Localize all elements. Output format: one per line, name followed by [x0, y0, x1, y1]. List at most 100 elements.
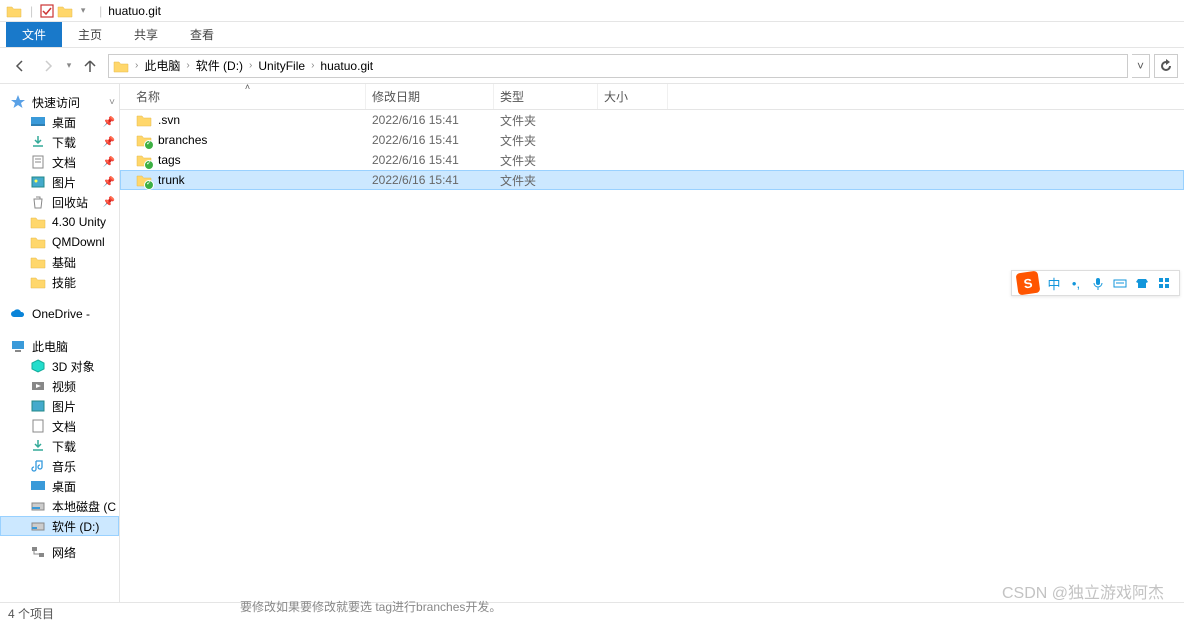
sidebar-item-network[interactable]: 网络 — [0, 542, 119, 562]
file-type: 文件夹 — [494, 112, 598, 129]
tab-file[interactable]: 文件 — [6, 22, 62, 47]
folder-icon — [30, 234, 46, 250]
column-headers: 名称˄ 修改日期 类型 大小 — [120, 84, 1184, 110]
ribbon-tabs: 文件 主页 共享 查看 — [0, 22, 1184, 48]
document-icon — [30, 418, 46, 434]
disk-icon — [30, 518, 46, 534]
sidebar-item-desktop[interactable]: 桌面 — [0, 476, 119, 496]
checkbox-icon[interactable] — [39, 3, 55, 19]
title-bar: | ▾ | huatuo.git — [0, 0, 1184, 22]
chevron-right-icon[interactable]: › — [247, 60, 254, 71]
sidebar-item-downloads[interactable]: 下载📌 — [0, 132, 119, 152]
ime-menu-button[interactable] — [1154, 273, 1174, 293]
folder-icon — [30, 214, 46, 230]
sidebar-item-folder[interactable]: 技能 — [0, 272, 119, 292]
file-row[interactable]: tags 2022/6/16 15:41文件夹 — [120, 150, 1184, 170]
file-name: branches — [158, 133, 207, 147]
sidebar-quick-access[interactable]: 快速访问 ˅ — [0, 92, 119, 112]
column-header-size[interactable]: 大小 — [598, 84, 668, 109]
file-row[interactable]: trunk2022/6/16 15:41文件夹 — [120, 170, 1184, 190]
forward-button[interactable] — [34, 52, 62, 80]
ime-keyboard-button[interactable] — [1110, 273, 1130, 293]
breadcrumb-item[interactable]: huatuo.git — [316, 59, 377, 73]
sidebar-item-pictures[interactable]: 图片📌 — [0, 172, 119, 192]
refresh-button[interactable] — [1154, 54, 1178, 78]
pin-icon: 📌 — [103, 137, 115, 148]
ime-skin-button[interactable] — [1132, 273, 1152, 293]
breadcrumb-item[interactable]: 此电脑 — [140, 57, 184, 74]
tab-home[interactable]: 主页 — [62, 22, 118, 47]
pin-icon: 📌 — [103, 197, 115, 208]
file-list-pane: 名称˄ 修改日期 类型 大小 .svn2022/6/16 15:41文件夹 bra… — [120, 84, 1184, 602]
folder-icon — [136, 112, 152, 128]
breadcrumb-item[interactable]: 软件 (D:) — [192, 57, 247, 74]
sidebar-item-documents[interactable]: 文档📌 — [0, 152, 119, 172]
chevron-right-icon[interactable]: › — [184, 60, 191, 71]
file-name: trunk — [158, 173, 185, 187]
column-header-type[interactable]: 类型 — [494, 84, 598, 109]
breadcrumb-dropdown[interactable]: ˅ — [1132, 54, 1150, 78]
separator: | — [30, 4, 33, 18]
folder-icon — [6, 3, 22, 19]
sidebar-item-3d[interactable]: 3D 对象 — [0, 356, 119, 376]
sidebar-item-disk-c[interactable]: 本地磁盘 (C — [0, 496, 119, 516]
chevron-right-icon[interactable]: › — [309, 60, 316, 71]
video-icon — [30, 378, 46, 394]
sidebar-item-documents[interactable]: 文档 — [0, 416, 119, 436]
sidebar-this-pc[interactable]: 此电脑 — [0, 336, 119, 356]
file-row[interactable]: branches2022/6/16 15:41文件夹 — [120, 130, 1184, 150]
download-icon — [30, 438, 46, 454]
ime-toolbar[interactable]: S 中 •, — [1011, 270, 1180, 296]
file-date: 2022/6/16 15:41 — [366, 173, 494, 187]
chevron-down-icon[interactable]: ˅ — [109, 97, 115, 108]
column-header-date[interactable]: 修改日期 — [366, 84, 494, 109]
ime-voice-button[interactable] — [1088, 273, 1108, 293]
chevron-right-icon[interactable]: › — [133, 60, 140, 71]
file-date: 2022/6/16 15:41 — [366, 113, 494, 127]
sidebar-item-recycle[interactable]: 回收站📌 — [0, 192, 119, 212]
status-bar: 4 个项目 — [0, 602, 1184, 624]
folder-icon — [136, 172, 152, 188]
column-header-name[interactable]: 名称˄ — [130, 84, 366, 109]
desktop-icon — [30, 478, 46, 494]
up-button[interactable] — [76, 52, 104, 80]
folder-small-icon[interactable] — [57, 3, 73, 19]
sidebar-item-videos[interactable]: 视频 — [0, 376, 119, 396]
sidebar-onedrive[interactable]: OneDrive - — [0, 304, 119, 324]
tab-share[interactable]: 共享 — [118, 22, 174, 47]
file-date: 2022/6/16 15:41 — [366, 133, 494, 147]
watermark: CSDN @独立游戏阿杰 — [1002, 579, 1164, 603]
file-row[interactable]: .svn2022/6/16 15:41文件夹 — [120, 110, 1184, 130]
pc-icon — [10, 338, 26, 354]
pin-icon: 📌 — [103, 177, 115, 188]
sidebar-item-folder[interactable]: QMDownl — [0, 232, 119, 252]
sidebar-item-desktop[interactable]: 桌面📌 — [0, 112, 119, 132]
ime-punct-button[interactable]: •, — [1066, 273, 1086, 293]
document-icon — [30, 154, 46, 170]
sort-arrow-icon: ˄ — [245, 82, 250, 92]
ime-lang-button[interactable]: 中 — [1044, 273, 1064, 293]
sidebar-item-music[interactable]: 音乐 — [0, 456, 119, 476]
sogou-logo-icon[interactable]: S — [1016, 271, 1041, 296]
breadcrumb[interactable]: › 此电脑 › 软件 (D:) › UnityFile › huatuo.git — [108, 54, 1128, 78]
sidebar-item-downloads[interactable]: 下载 — [0, 436, 119, 456]
folder-icon — [136, 152, 152, 168]
sidebar-item-pictures[interactable]: 图片 — [0, 396, 119, 416]
file-type: 文件夹 — [494, 152, 598, 169]
sidebar-item-folder[interactable]: 基础 — [0, 252, 119, 272]
navigation-bar: ▾ › 此电脑 › 软件 (D:) › UnityFile › huatuo.g… — [0, 48, 1184, 84]
tab-view[interactable]: 查看 — [174, 22, 230, 47]
back-button[interactable] — [6, 52, 34, 80]
dropdown-icon[interactable]: ▾ — [75, 3, 91, 19]
sidebar-item-disk-d[interactable]: 软件 (D:) — [0, 516, 119, 536]
folder-icon — [136, 132, 152, 148]
recent-dropdown[interactable]: ▾ — [62, 52, 76, 80]
download-icon — [30, 134, 46, 150]
file-name: tags — [158, 153, 181, 167]
file-date: 2022/6/16 15:41 — [366, 153, 494, 167]
svn-badge-icon — [144, 140, 154, 150]
svn-badge-icon — [144, 160, 154, 170]
breadcrumb-item[interactable]: UnityFile — [254, 59, 309, 73]
sidebar-item-folder[interactable]: 4.30 Unity — [0, 212, 119, 232]
svn-badge-icon — [144, 180, 154, 190]
